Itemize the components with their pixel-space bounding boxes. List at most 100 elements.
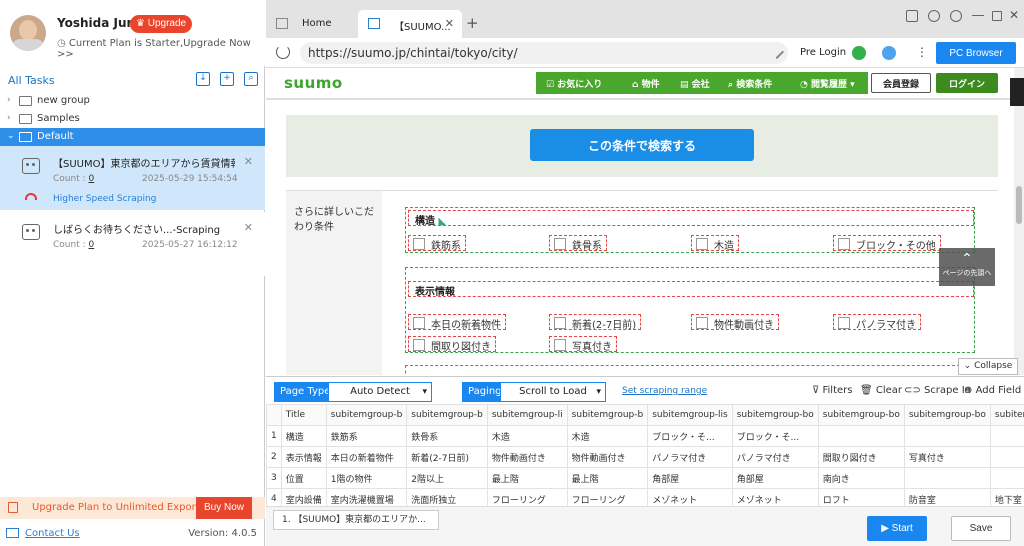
extension-icon[interactable]	[852, 46, 866, 60]
scrape-in-button[interactable]: ⊂⊃ Scrape In	[904, 385, 971, 396]
column-header[interactable]: subitemgroup-	[989, 404, 1024, 426]
scrollbar[interactable]	[1014, 68, 1024, 375]
count-value[interactable]: 0	[89, 174, 95, 184]
new-task-icon[interactable]: +	[220, 72, 234, 86]
collapse-button[interactable]: ⌄ Collapse	[958, 358, 1018, 375]
version-text: Version: 4.0.5	[188, 528, 257, 539]
reload-icon[interactable]	[276, 45, 290, 59]
table-cell: 2階以上	[406, 467, 488, 489]
nav-company[interactable]: ▤ 会社	[680, 77, 710, 90]
pc-browser-button[interactable]: PC Browser	[936, 42, 1016, 64]
option-checkbox[interactable]: 間取り図付き	[408, 336, 496, 353]
close-icon[interactable]: ✕	[244, 221, 253, 234]
user-icon[interactable]	[882, 46, 896, 60]
page-top-label: ページの先頭へ	[942, 269, 992, 277]
table-row[interactable]: 1 構造 鉄筋系 鉄骨系 木造 木造 ブロック・そ... ブロック・そ...	[266, 425, 1024, 447]
option-checkbox[interactable]: 写真付き	[549, 336, 617, 353]
tab-home[interactable]: Home	[266, 10, 356, 38]
clear-button[interactable]: 🗑 Clear	[860, 385, 902, 396]
more-icon[interactable]: ⋮	[916, 45, 928, 59]
chevron-down-icon: ⌄	[7, 131, 15, 141]
option-checkbox[interactable]: 新着(2-7日前)	[549, 314, 642, 331]
table-cell: 1	[266, 425, 282, 447]
column-header[interactable]: subitemgroup-bo	[903, 404, 991, 426]
option-checkbox[interactable]: 物件動画付き	[691, 314, 779, 331]
gear-icon[interactable]	[950, 10, 962, 22]
table-cell: パノラマ付き	[731, 446, 819, 468]
option-checkbox[interactable]: 木造	[691, 235, 739, 252]
url-input[interactable]	[300, 42, 788, 64]
set-scraping-range-link[interactable]: Set scraping range	[622, 386, 707, 396]
help-icon[interactable]	[928, 10, 940, 22]
table-row[interactable]: 4 室内設備 室内洗濯機置場 洗面所独立 フローリング フローリング メゾネット メゾネットロ…	[266, 488, 1024, 506]
table-row[interactable]: 3 位置 1階の物件 2階以上 最上階 最上階 角部屋 角部屋 南向き	[266, 467, 1024, 489]
count-value[interactable]: 0	[89, 240, 95, 250]
option-checkbox[interactable]: 鉄筋系	[408, 235, 466, 252]
tree-label: new group	[37, 95, 90, 106]
add-field-button[interactable]: ⊕ Add Field	[964, 385, 1021, 396]
close-icon[interactable]: ✕	[244, 155, 253, 168]
tree-item-samples[interactable]: › Samples	[0, 110, 265, 128]
start-button[interactable]: ▶ Start	[867, 516, 927, 541]
table-cell: 室内洗濯機置場	[325, 488, 408, 506]
page-type-select[interactable]: Auto Detect	[328, 382, 432, 402]
filter-icon: ⊽	[812, 385, 823, 396]
column-header[interactable]: subitemgroup-lis	[647, 404, 733, 426]
tab-suumo[interactable]: 【SUUMO... ✕	[358, 10, 462, 38]
filters-button[interactable]: ⊽ Filters	[812, 385, 852, 396]
option-checkbox[interactable]: 鉄骨系	[549, 235, 607, 252]
column-header[interactable]	[266, 404, 282, 426]
page-top-button[interactable]: ⌃ ページの先頭へ	[939, 248, 995, 286]
restore-icon[interactable]	[992, 11, 1002, 21]
gift-icon[interactable]	[906, 10, 918, 22]
upgrade-button[interactable]: ♛ Upgrade	[130, 15, 193, 33]
option-checkbox[interactable]: ブロック・その他	[833, 235, 941, 252]
avatar[interactable]	[10, 15, 46, 51]
contact-us-link[interactable]: Contact Us	[25, 528, 80, 539]
add-tab-icon[interactable]: +	[466, 14, 479, 32]
clock-icon: ◷	[57, 38, 69, 49]
tree-item-default[interactable]: ⌄ Default	[0, 128, 265, 146]
nav-label: 検索条件	[736, 80, 773, 90]
search-task-icon[interactable]: ⌕	[244, 72, 258, 86]
login-button[interactable]: ログイン	[936, 73, 998, 93]
column-header[interactable]: subitemgroup-li	[486, 404, 568, 426]
search-conditions-button[interactable]: この条件で検索する	[530, 129, 754, 161]
pre-login-button[interactable]: Pre Login	[800, 47, 846, 58]
table-cell: フローリング	[566, 488, 649, 506]
scrape-toolbar: Page Type Auto Detect Paging Scroll to L…	[266, 376, 1024, 404]
table-cell	[903, 425, 991, 447]
option-checkbox[interactable]: パノラマ付き	[833, 314, 921, 331]
buy-now-button[interactable]: Buy Now	[196, 497, 252, 519]
register-button[interactable]: 会員登録	[871, 73, 931, 93]
scroll-thumb[interactable]	[1016, 186, 1022, 224]
suumo-logo[interactable]: suumo	[284, 74, 343, 92]
close-icon[interactable]: ✕	[445, 17, 454, 30]
nav-favorites[interactable]: ☑ お気に入り	[546, 77, 602, 90]
table-cell: 最上階	[486, 467, 568, 489]
plan-text[interactable]: ◷ Current Plan is Starter,Upgrade Now >>	[57, 38, 265, 60]
clear-label: Clear	[875, 385, 903, 396]
tree-label: Default	[37, 131, 74, 142]
table-row[interactable]: 2 表示情報 本日の新着物件 新着(2-7日前) 物件動画付き 物件動画付き パノラマ付きパ…	[266, 446, 1024, 468]
column-header[interactable]: subitemgroup-bo	[731, 404, 819, 426]
task-queue-item[interactable]: 1. 【SUUMO】東京都のエリアか...	[273, 510, 439, 530]
column-header[interactable]: subitemgroup-bo	[817, 404, 905, 426]
column-header[interactable]: Title	[280, 404, 327, 426]
close-window-icon[interactable]: ✕	[1009, 8, 1019, 22]
nav-search-conditions[interactable]: ⌕ 検索条件	[728, 77, 772, 90]
minimize-icon[interactable]	[972, 10, 984, 16]
import-icon[interactable]: ↓	[196, 72, 210, 86]
tree-item-new-group[interactable]: › new group	[0, 92, 265, 110]
option-checkbox[interactable]: 本日の新着物件	[408, 314, 506, 331]
save-button[interactable]: Save	[951, 516, 1011, 541]
column-header[interactable]: subitemgroup-b	[406, 404, 488, 426]
paging-select[interactable]: Scroll to Load	[500, 382, 606, 402]
nav-property[interactable]: ⌂ 物件	[632, 77, 660, 90]
task-item[interactable]: 【SUUMO】東京都のエリアから賃貸情報... ✕ Count : 0 2025…	[0, 146, 265, 210]
column-header[interactable]: subitemgroup-b	[566, 404, 649, 426]
nav-history[interactable]: ◔ 閲覧履歴 ▾	[800, 77, 855, 90]
column-header[interactable]: subitemgroup-b	[325, 404, 408, 426]
task-item[interactable]: しばらくお待ちください...-Scraping ✕ Count : 0 2025…	[0, 212, 265, 276]
side-handle[interactable]	[1010, 78, 1024, 106]
